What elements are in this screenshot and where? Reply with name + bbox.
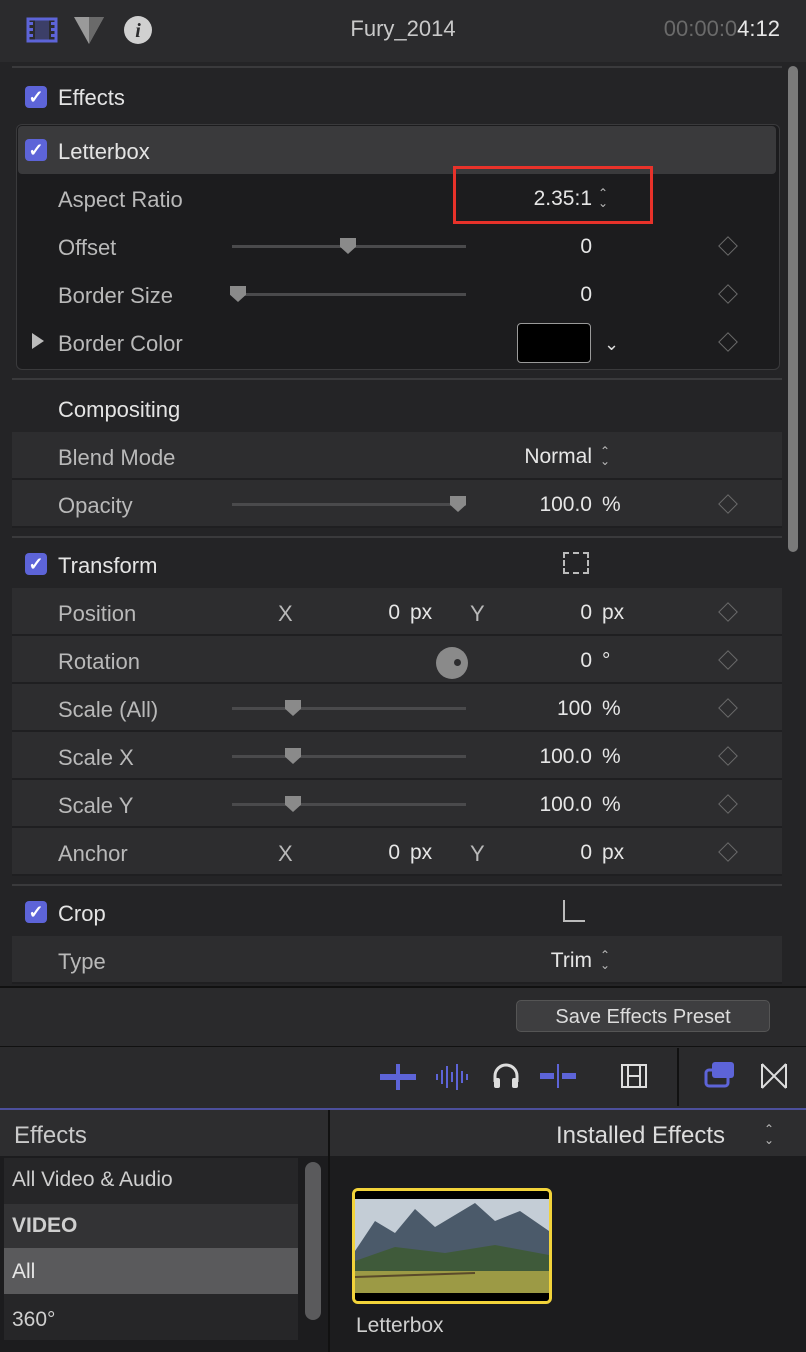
category-item-selected[interactable] (4, 1248, 298, 1294)
categories-scrollbar[interactable] (305, 1162, 321, 1320)
crop-type-label: Type (58, 949, 106, 974)
scale-y-slider[interactable] (232, 803, 466, 806)
opacity-unit: % (602, 493, 621, 516)
transform-onscreen-icon[interactable] (563, 552, 589, 574)
border-color-swatch[interactable] (517, 323, 591, 363)
scale-y-value[interactable]: 100.0 (470, 793, 592, 817)
px-unit: px (602, 601, 625, 624)
category-label: VIDEO (12, 1214, 78, 1237)
snapping-icon[interactable] (540, 1062, 576, 1090)
headphones-icon[interactable] (492, 1062, 520, 1090)
blend-mode-label: Blend Mode (58, 445, 176, 470)
aspect-ratio-value[interactable]: 2.35:1 (470, 187, 592, 211)
border-size-label: Border Size (58, 283, 173, 308)
effects-browser-icon[interactable] (704, 1060, 736, 1090)
anchor-label: Anchor (58, 841, 128, 866)
scale-y-label: Scale Y (58, 793, 134, 818)
opacity-slider[interactable] (232, 503, 466, 506)
letterbox-label: Letterbox (58, 139, 150, 164)
disclosure-triangle-icon[interactable] (32, 333, 44, 349)
rotation-dial-icon[interactable] (436, 647, 468, 679)
crop-checkbox[interactable]: ✓ (25, 901, 47, 923)
stepper-chevrons-icon[interactable]: ⌃ ⌄ (600, 949, 610, 971)
compositing-label: Compositing (58, 397, 181, 422)
y-label: Y (470, 601, 485, 626)
inspector-scrollbar[interactable] (788, 66, 798, 552)
offset-value[interactable]: 0 (470, 235, 592, 259)
border-size-value[interactable]: 0 (470, 283, 592, 307)
save-effects-preset-button[interactable]: Save Effects Preset (516, 1000, 770, 1032)
anchor-x-value[interactable]: 0 (340, 841, 400, 865)
position-x-value[interactable]: 0 (340, 601, 400, 625)
scale-all-value[interactable]: 100 (470, 697, 592, 721)
effect-thumbnail[interactable] (352, 1188, 552, 1304)
px-unit: px (410, 841, 433, 864)
chevron-down-icon[interactable]: ⌄ (604, 334, 619, 355)
x-label: X (278, 841, 293, 866)
category-label: 360° (12, 1308, 56, 1331)
position-label: Position (58, 601, 137, 626)
letterbox-checkbox[interactable]: ✓ (25, 139, 47, 161)
effects-checkbox[interactable]: ✓ (25, 86, 47, 108)
audio-skimming-icon[interactable] (380, 1064, 416, 1090)
border-size-slider[interactable] (232, 293, 466, 296)
scale-all-slider[interactable] (232, 707, 466, 710)
installed-effects-popup[interactable]: Installed Effects (556, 1122, 725, 1150)
rotation-label: Rotation (58, 649, 140, 674)
transform-label: Transform (58, 553, 158, 578)
categories-title: Effects (14, 1122, 87, 1149)
transform-checkbox[interactable]: ✓ (25, 553, 47, 575)
scale-x-label: Scale X (58, 745, 134, 770)
crop-type-value[interactable]: Trim (470, 949, 592, 973)
category-label: All Video & Audio (12, 1168, 173, 1191)
opacity-label: Opacity (58, 493, 133, 518)
scale-x-value[interactable]: 100.0 (470, 745, 592, 769)
clip-appearance-icon[interactable] (620, 1062, 648, 1090)
aspect-ratio-label: Aspect Ratio (58, 187, 183, 212)
blend-mode-value[interactable]: Normal (470, 445, 592, 469)
x-label: X (278, 601, 293, 626)
percent-unit: % (602, 745, 621, 768)
scale-x-slider[interactable] (232, 755, 466, 758)
timecode: 00:00:04:12 (663, 16, 780, 41)
percent-unit: % (602, 697, 621, 720)
y-label: Y (470, 841, 485, 866)
effects-section-label: Effects (58, 85, 125, 110)
degree-unit: ° (602, 649, 611, 672)
category-label: All (12, 1260, 36, 1283)
px-unit: px (602, 841, 625, 864)
border-color-label: Border Color (58, 331, 183, 356)
stepper-chevrons-icon[interactable]: ⌃ ⌄ (600, 445, 610, 467)
percent-unit: % (602, 793, 621, 816)
crop-label: Crop (58, 901, 106, 926)
thumbnail-label: Letterbox (356, 1314, 444, 1337)
stepper-chevrons-icon[interactable]: ⌃ ⌄ (764, 1123, 774, 1146)
crop-type-row (12, 936, 782, 984)
transitions-browser-icon[interactable] (760, 1062, 788, 1090)
offset-label: Offset (58, 235, 117, 260)
opacity-value[interactable]: 100.0 (470, 493, 592, 517)
scale-all-label: Scale (All) (58, 697, 159, 722)
rotation-value[interactable]: 0 (470, 649, 592, 673)
waveform-icon[interactable] (435, 1064, 471, 1090)
stepper-chevrons-icon[interactable]: ⌃ ⌄ (598, 187, 608, 209)
toolbar-divider (677, 1048, 679, 1106)
crop-onscreen-icon[interactable] (563, 900, 585, 922)
anchor-y-value[interactable]: 0 (532, 841, 592, 865)
px-unit: px (410, 601, 433, 624)
position-y-value[interactable]: 0 (532, 601, 592, 625)
